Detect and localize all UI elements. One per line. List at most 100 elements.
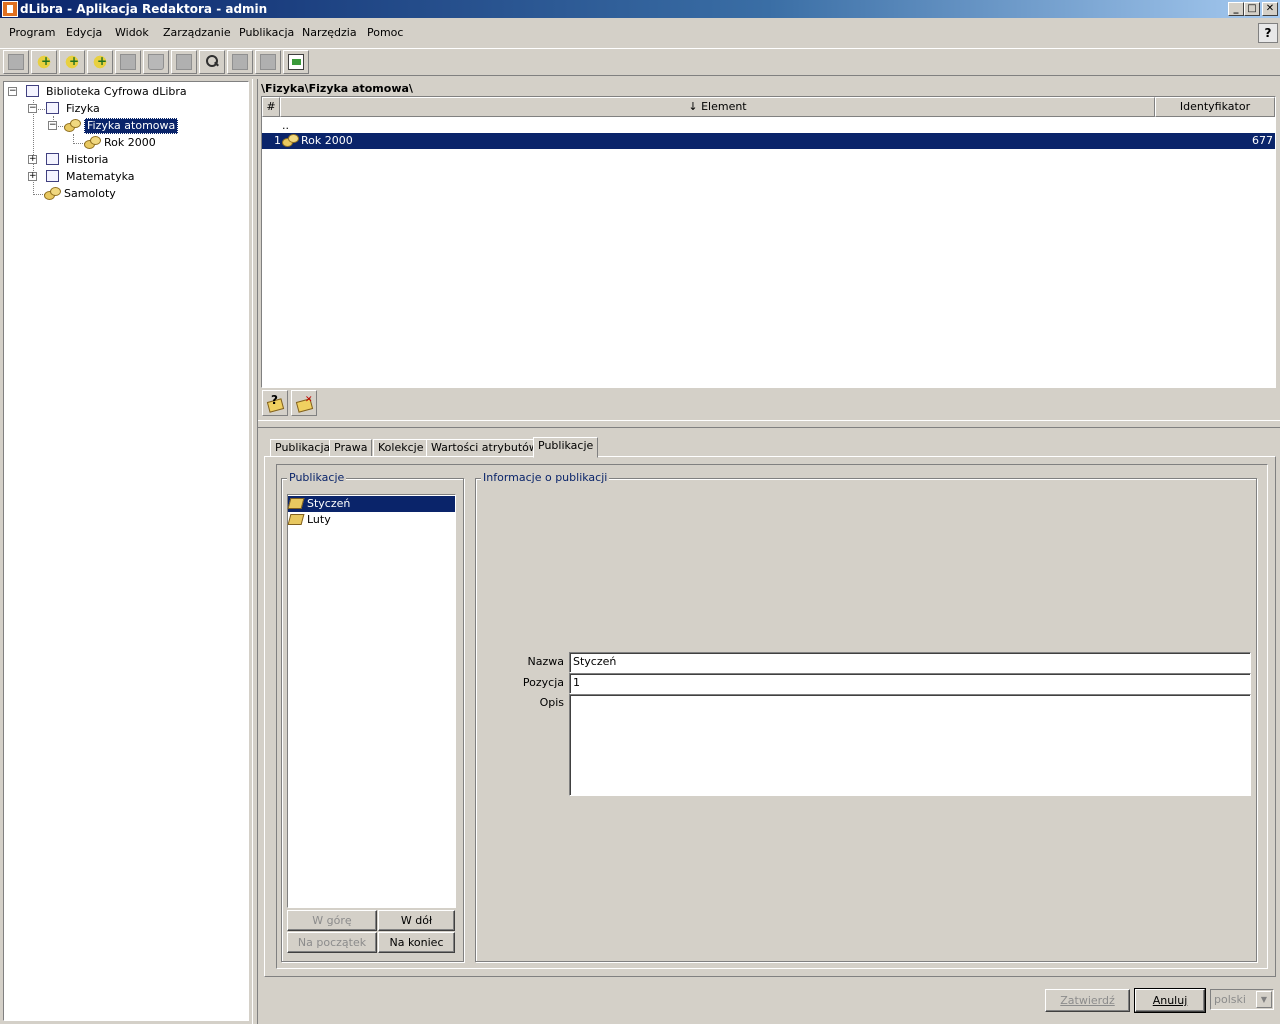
remove-button[interactable] bbox=[291, 390, 317, 416]
expand-icon[interactable]: + bbox=[28, 172, 37, 181]
page-icon bbox=[120, 54, 136, 70]
row-number: 1 bbox=[274, 134, 281, 147]
table-row-parent[interactable]: .. bbox=[262, 118, 1275, 134]
toolbar-button-import[interactable] bbox=[255, 50, 281, 74]
tab-wartosci-atrybutow[interactable]: Wartości atrybutów bbox=[426, 439, 543, 457]
tree-item-fizyka-atomowa[interactable]: − Fizyka atomowa bbox=[48, 118, 238, 134]
sort-arrow-icon: ↓ bbox=[688, 100, 698, 113]
cancel-button[interactable]: Anuluj bbox=[1134, 988, 1206, 1013]
table-actions bbox=[261, 389, 1276, 419]
directory-tree[interactable]: − Biblioteka Cyfrowa dLibra − Fizyka − F… bbox=[3, 81, 249, 1021]
confirm-button[interactable]: Zatwierdź bbox=[1045, 989, 1130, 1012]
menu-edycja[interactable]: Edycja bbox=[66, 26, 102, 39]
parent-link: .. bbox=[282, 119, 289, 132]
tree-item-root[interactable]: − Biblioteka Cyfrowa dLibra bbox=[8, 84, 238, 100]
toolbar-button-search[interactable] bbox=[199, 50, 225, 74]
app-icon bbox=[2, 1, 18, 17]
close-button[interactable]: ✕ bbox=[1262, 2, 1278, 16]
toolbar-button-properties[interactable] bbox=[171, 50, 197, 74]
window-title: dLibra - Aplikacja Redaktora - admin bbox=[20, 2, 268, 16]
toolbar bbox=[0, 48, 1280, 76]
publication-icon bbox=[287, 514, 305, 525]
collapse-icon[interactable]: − bbox=[28, 104, 37, 113]
list-item[interactable]: Styczeń bbox=[287, 496, 455, 512]
page-icon bbox=[260, 54, 276, 70]
move-down-button[interactable]: W dół bbox=[378, 910, 455, 931]
add-publication-icon bbox=[92, 54, 108, 70]
column-header-element[interactable]: ↓ Element bbox=[280, 97, 1155, 117]
row-element: Rok 2000 bbox=[301, 134, 353, 147]
position-field[interactable]: 1 bbox=[569, 673, 1251, 694]
tab-publikacje[interactable]: Publikacje bbox=[533, 437, 599, 458]
add-collection-icon bbox=[64, 54, 80, 70]
move-up-button[interactable]: W górę bbox=[287, 910, 377, 931]
description-field[interactable] bbox=[569, 694, 1251, 796]
folder-icon bbox=[26, 85, 39, 97]
toolbar-button-delete[interactable] bbox=[143, 50, 169, 74]
menu-zarzadzanie[interactable]: Zarządzanie bbox=[163, 26, 231, 39]
vertical-splitter[interactable] bbox=[252, 79, 258, 1024]
maximize-button[interactable]: □ bbox=[1244, 2, 1260, 16]
monitor-icon bbox=[288, 54, 304, 70]
tree-label: Matematyka bbox=[66, 170, 135, 183]
publications-list[interactable]: Styczeń Luty bbox=[287, 494, 456, 908]
language-select[interactable]: polski ▼ bbox=[1210, 989, 1274, 1010]
list-item-label: Luty bbox=[307, 513, 331, 526]
list-item[interactable]: Luty bbox=[287, 512, 455, 528]
tree-item-rok-2000[interactable]: Rok 2000 bbox=[68, 135, 238, 151]
collapse-icon[interactable]: − bbox=[8, 87, 17, 96]
element-info-icon bbox=[267, 393, 283, 411]
toolbar-button-add-folder[interactable] bbox=[31, 50, 57, 74]
list-item-label: Styczeń bbox=[307, 497, 351, 510]
toolbar-button-new[interactable] bbox=[3, 50, 29, 74]
menu-program[interactable]: Program bbox=[9, 26, 55, 39]
column-header-identifier[interactable]: Identyfikator bbox=[1155, 97, 1275, 117]
toolbar-button-add-publication[interactable] bbox=[87, 50, 113, 74]
expand-icon[interactable]: + bbox=[28, 155, 37, 164]
menu-narzedzia[interactable]: Narzędzia bbox=[302, 26, 357, 39]
cancel-label: Anuluj bbox=[1152, 994, 1188, 1007]
move-to-top-button[interactable]: Na początek bbox=[287, 932, 377, 953]
position-label: Pozycja bbox=[522, 676, 564, 689]
properties-button[interactable] bbox=[262, 390, 288, 416]
chevron-down-icon[interactable]: ▼ bbox=[1256, 991, 1272, 1008]
table-row[interactable]: 1 Rok 2000 677 bbox=[262, 133, 1275, 149]
toolbar-button-export[interactable] bbox=[227, 50, 253, 74]
elements-table: # ↓ Element Identyfikator .. 1 Rok 2000 … bbox=[261, 96, 1276, 388]
row-identifier: 677 bbox=[1252, 134, 1273, 147]
horizontal-splitter[interactable] bbox=[258, 420, 1280, 428]
tab-prawa[interactable]: Prawa bbox=[329, 439, 373, 457]
toolbar-button-add-collection[interactable] bbox=[59, 50, 85, 74]
menu-pomoc[interactable]: Pomoc bbox=[367, 26, 403, 39]
help-icon[interactable]: ? bbox=[1258, 23, 1278, 43]
tree-item-matematyka[interactable]: + Matematyka bbox=[28, 169, 238, 185]
menu-widok[interactable]: Widok bbox=[115, 26, 149, 39]
confirm-label: Zatwierdź bbox=[1060, 994, 1115, 1007]
tree-label: Samoloty bbox=[64, 187, 116, 200]
collection-icon bbox=[64, 119, 81, 133]
trash-icon bbox=[148, 54, 164, 70]
collection-icon bbox=[44, 187, 61, 201]
breadcrumb: \Fizyka\Fizyka atomowa\ bbox=[261, 82, 413, 95]
tree-label: Fizyka atomowa bbox=[84, 118, 179, 134]
folder-icon bbox=[46, 153, 59, 165]
column-header-number[interactable]: # bbox=[262, 97, 280, 117]
add-folder-icon bbox=[36, 54, 52, 70]
tree-item-fizyka[interactable]: − Fizyka bbox=[28, 101, 238, 117]
collapse-icon[interactable]: − bbox=[48, 121, 57, 130]
move-to-bottom-button[interactable]: Na koniec bbox=[378, 932, 455, 953]
menu-publikacja[interactable]: Publikacja bbox=[239, 26, 294, 39]
toolbar-button-preview[interactable] bbox=[283, 50, 309, 74]
tree-item-samoloty[interactable]: Samoloty bbox=[28, 186, 238, 202]
collection-icon bbox=[282, 134, 299, 148]
toolbar-button-copy[interactable] bbox=[115, 50, 141, 74]
tree-item-historia[interactable]: + Historia bbox=[28, 152, 238, 168]
publication-info-title: Informacje o publikacji bbox=[481, 471, 610, 485]
name-field[interactable]: Styczeń bbox=[569, 652, 1251, 673]
tree-label: Historia bbox=[66, 153, 109, 166]
tab-kolekcje[interactable]: Kolekcje bbox=[373, 439, 429, 457]
column-header-element-label: Element bbox=[701, 100, 747, 113]
search-icon bbox=[204, 54, 220, 70]
tab-publikacja[interactable]: Publikacja bbox=[270, 439, 336, 457]
minimize-button[interactable]: _ bbox=[1228, 2, 1244, 16]
